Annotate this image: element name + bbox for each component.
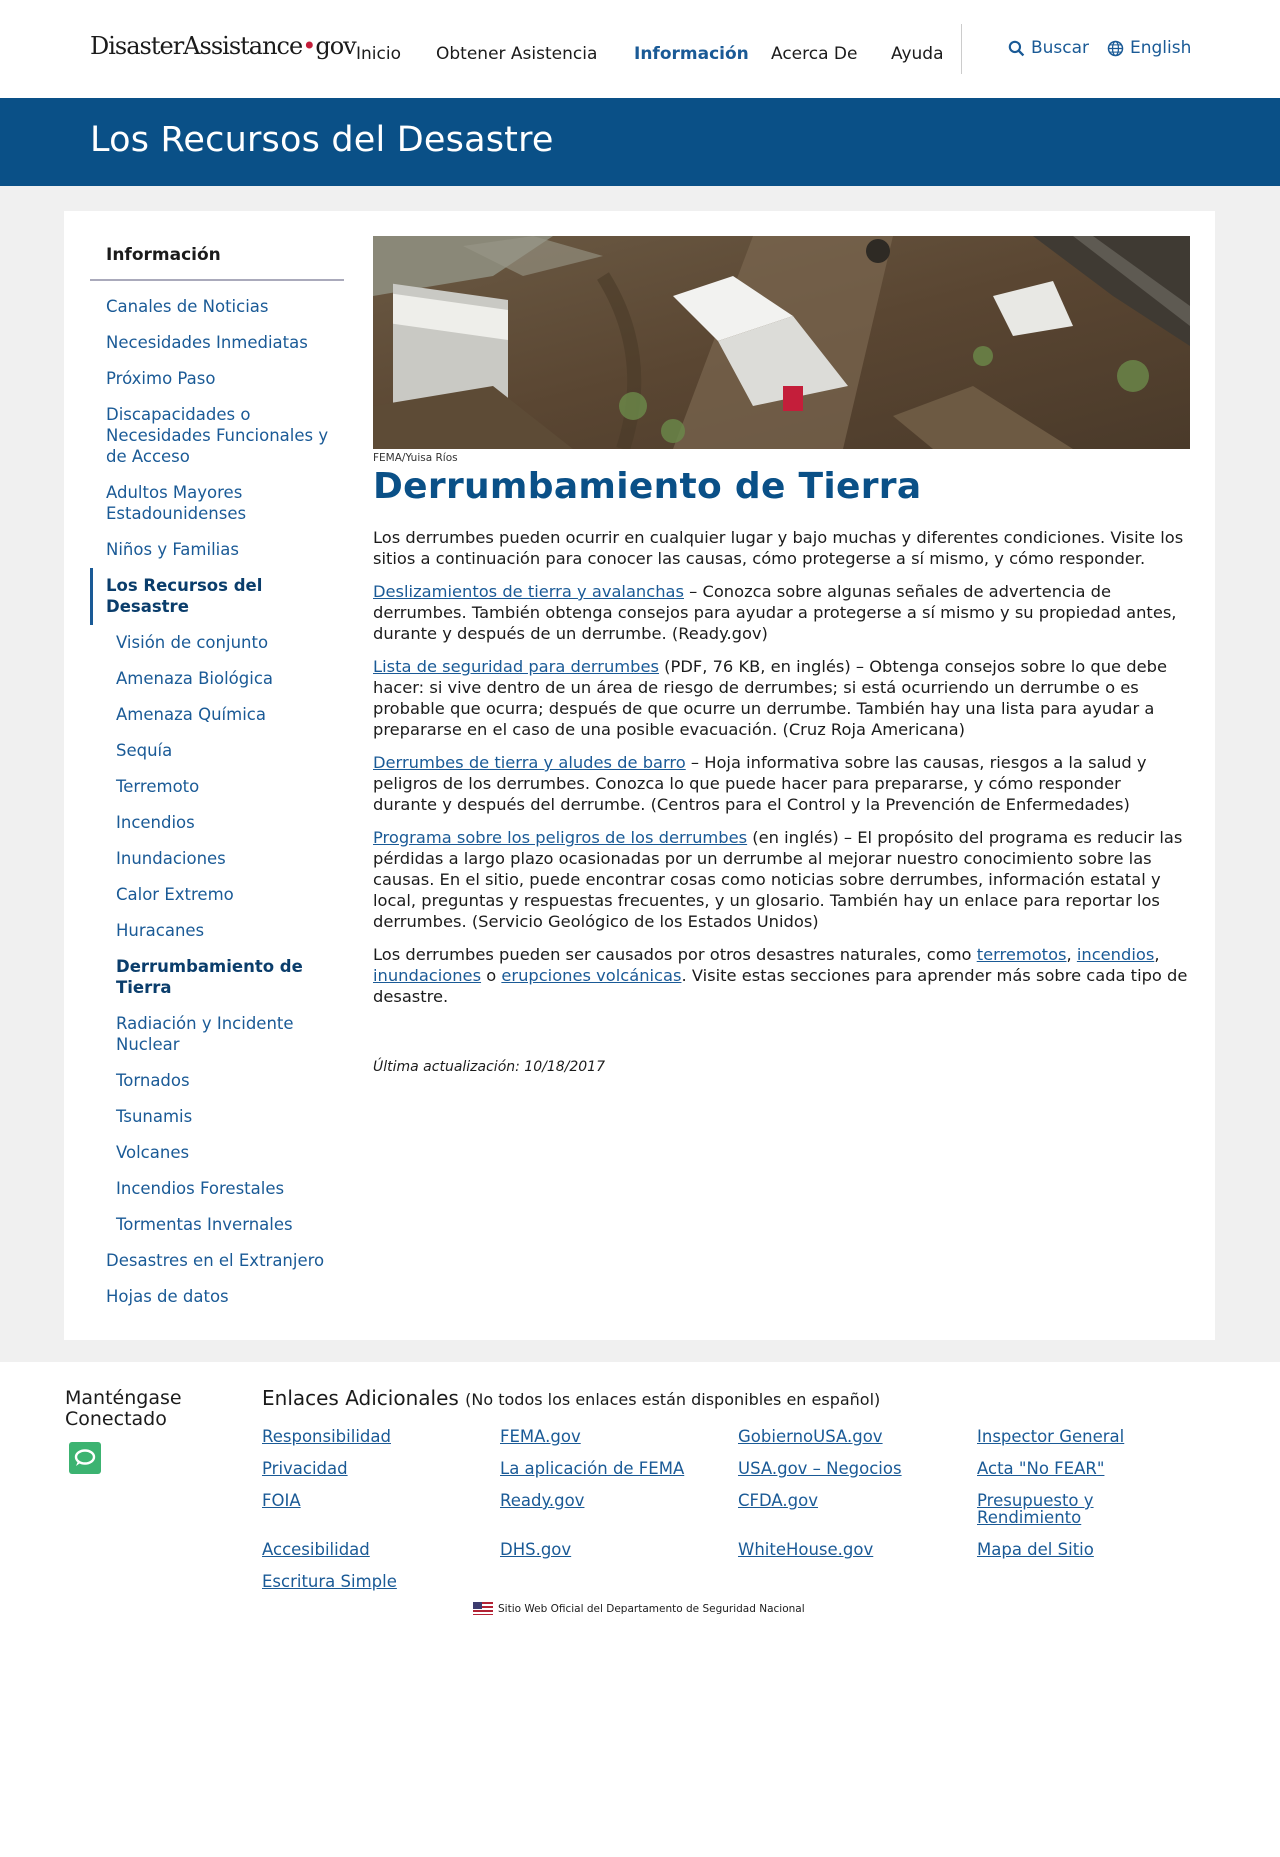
footer-link-dhs[interactable]: DHS.gov xyxy=(500,1541,571,1558)
image-credit: FEMA/Yuisa Ríos xyxy=(373,452,458,464)
sidebar-subitem-incendios-forestales: Incendios Forestales xyxy=(116,1179,285,1198)
link-erupciones[interactable]: erupciones volcánicas xyxy=(501,966,681,985)
sidebar-item-canales: Canales de Noticias xyxy=(106,297,269,316)
closing-paragraph: Los derrumbes pueden ser causados por ot… xyxy=(373,945,1188,1006)
main-article: FEMA/Yuisa Ríos Derrumbamiento de Tierra… xyxy=(373,236,1190,1075)
sidebar-item-ninos: Niños y Familias xyxy=(106,540,239,559)
resource-link-deslizamientos[interactable]: Deslizamientos de tierra y avalanchas xyxy=(373,582,684,601)
resource-entry: Deslizamientos de tierra y avalanchas – … xyxy=(373,582,1177,643)
resource-entry: Lista de seguridad para derrumbes (PDF, … xyxy=(373,657,1167,739)
links-title: Enlaces Adicionales (No todos los enlace… xyxy=(262,1386,881,1410)
resource-entry: Programa sobre los peligros de los derru… xyxy=(373,828,1183,931)
globe-icon xyxy=(1107,40,1124,56)
language-label: English xyxy=(1130,38,1192,58)
sidebar-list: Canales de Noticias Necesidades Inmediat… xyxy=(90,289,344,1315)
sidebar-subitem-terremoto: Terremoto xyxy=(116,777,200,796)
sidebar-subitem-tsunamis: Tsunamis xyxy=(116,1107,193,1126)
sidebar-nav: Información Canales de Noticias Necesida… xyxy=(90,245,344,1315)
sidebar-subitem-inundaciones: Inundaciones xyxy=(116,849,226,868)
last-updated: Última actualización: 10/18/2017 xyxy=(373,1059,605,1075)
site-logo[interactable]: DisasterAssistance•gov xyxy=(90,32,357,60)
sidebar-item-recursos: Los Recursos del Desastre xyxy=(90,568,344,625)
footer-link-privacidad[interactable]: Privacidad xyxy=(262,1460,348,1477)
sidebar-subitem-huracanes: Huracanes xyxy=(116,921,205,940)
landslide-photo xyxy=(373,236,1190,449)
sidebar-subitem-quimica: Amenaza Química xyxy=(116,705,266,724)
sidebar-item-necesidades: Necesidades Inmediatas xyxy=(106,333,308,352)
search-label: Buscar xyxy=(1031,38,1090,58)
sidebar-subitem-sequia: Sequía xyxy=(116,741,173,760)
footer-link-whitehouse[interactable]: WhiteHouse.gov xyxy=(738,1541,873,1558)
us-flag-icon xyxy=(473,1602,493,1615)
search-button[interactable]: Buscar xyxy=(1008,38,1089,58)
resource-link-derrumbes-aludes[interactable]: Derrumbes de tierra y aludes de barro xyxy=(373,753,686,772)
sidebar-subitem-derrumbamiento: Derrumbamiento de Tierra xyxy=(116,957,303,997)
connect-title: Manténgase Conectado xyxy=(65,1387,182,1430)
sidebar-item-discapacidades: Discapacidades o Necesidades Funcionales… xyxy=(106,405,329,466)
sidebar-item-proximo-paso: Próximo Paso xyxy=(106,369,216,388)
footer-link-mapa[interactable]: Mapa del Sitio xyxy=(977,1541,1094,1558)
nav-divider xyxy=(961,24,962,74)
content-area: Información Canales de Noticias Necesida… xyxy=(64,211,1215,1340)
sidebar-subitem-tornados: Tornados xyxy=(116,1071,190,1090)
link-incendios[interactable]: incendios xyxy=(1077,945,1154,964)
page-banner: Los Recursos del Desastre xyxy=(0,98,1280,186)
footer-link-gobiernousa[interactable]: GobiernoUSA.gov xyxy=(738,1428,883,1445)
site-footer: Manténgase Conectado Enlaces Adicionales… xyxy=(0,1362,1280,1857)
sidebar-item-adultos-mayores: Adultos Mayores Estadounidenses xyxy=(106,483,247,523)
footer-link-usa-negocios[interactable]: USA.gov – Negocios xyxy=(738,1460,902,1477)
sidebar-heading: Información xyxy=(90,245,344,281)
sidebar-item-hojas: Hojas de datos xyxy=(106,1287,229,1306)
sidebar-subitem-calor: Calor Extremo xyxy=(116,885,234,904)
footer-link-cfda[interactable]: CFDA.gov xyxy=(738,1492,818,1509)
footer-link-ready[interactable]: Ready.gov xyxy=(500,1492,584,1509)
site-header: DisasterAssistance•gov Inicio Obtener As… xyxy=(0,0,1280,98)
sidebar-subitem-tormentas: Tormentas Invernales xyxy=(116,1215,293,1234)
resource-link-lista-seguridad[interactable]: Lista de seguridad para derrumbes xyxy=(373,657,659,676)
nav-inicio[interactable]: Inicio xyxy=(356,44,401,64)
nav-informacion[interactable]: Información xyxy=(634,44,749,64)
sidebar-subitem-incendios: Incendios xyxy=(116,813,195,832)
link-inundaciones[interactable]: inundaciones xyxy=(373,966,481,985)
nav-acerca-de[interactable]: Acerca De xyxy=(771,44,857,64)
sidebar-item-extranjero: Desastres en el Extranjero xyxy=(106,1251,325,1270)
resource-entry: Derrumbes de tierra y aludes de barro – … xyxy=(373,753,1147,814)
sidebar-subitem-volcanes: Volcanes xyxy=(116,1143,190,1162)
chat-icon[interactable] xyxy=(69,1442,101,1474)
link-terremotos[interactable]: terremotos xyxy=(977,945,1067,964)
nav-obtener-asistencia[interactable]: Obtener Asistencia xyxy=(436,44,597,64)
search-icon xyxy=(1008,40,1025,56)
footer-link-no-fear[interactable]: Acta "No FEAR" xyxy=(977,1460,1104,1477)
footer-link-inspector[interactable]: Inspector General xyxy=(977,1428,1124,1445)
footer-link-presupuesto[interactable]: Presupuesto y Rendimiento xyxy=(977,1492,1117,1526)
resource-link-programa-peligros[interactable]: Programa sobre los peligros de los derru… xyxy=(373,828,747,847)
banner-title: Los Recursos del Desastre xyxy=(90,120,554,160)
official-site-notice: Sitio Web Oficial del Departamento de Se… xyxy=(473,1602,805,1615)
sidebar-subitem-radiacion: Radiación y Incidente Nuclear xyxy=(116,1014,294,1054)
footer-link-accesibilidad[interactable]: Accesibilidad xyxy=(262,1541,370,1558)
nav-ayuda[interactable]: Ayuda xyxy=(891,44,944,64)
sidebar-subitem-biologica: Amenaza Biológica xyxy=(116,669,274,688)
footer-link-escritura[interactable]: Escritura Simple xyxy=(262,1573,397,1590)
page-title: Derrumbamiento de Tierra xyxy=(373,466,922,507)
footer-link-foia[interactable]: FOIA xyxy=(262,1492,301,1509)
sidebar-subitem-vision: Visión de conjunto xyxy=(116,633,269,652)
language-toggle[interactable]: English xyxy=(1107,38,1191,58)
footer-link-app-fema[interactable]: La aplicación de FEMA xyxy=(500,1460,684,1477)
intro-paragraph: Los derrumbes pueden ocurrir en cualquie… xyxy=(373,528,1184,568)
footer-link-responsibilidad[interactable]: Responsibilidad xyxy=(262,1428,391,1445)
footer-link-fema[interactable]: FEMA.gov xyxy=(500,1428,581,1445)
